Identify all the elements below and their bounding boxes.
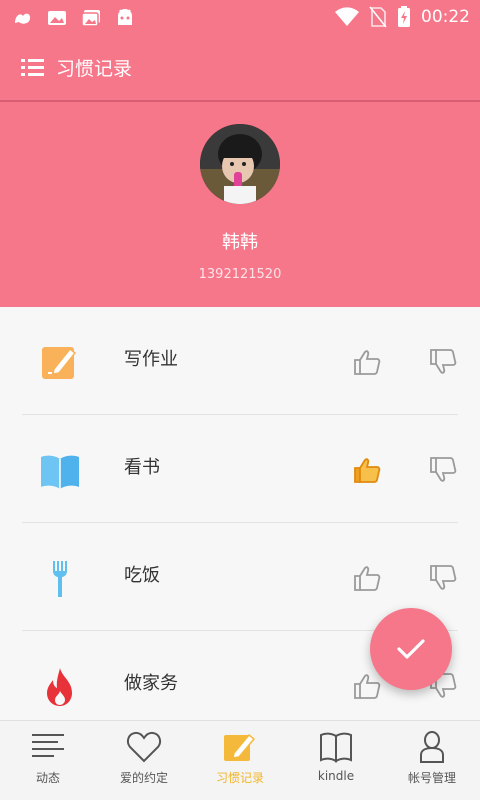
nav-label: kindle: [317, 769, 355, 783]
nav-item-feed[interactable]: 动态: [0, 721, 96, 800]
profile-phone: 1392121520: [198, 267, 282, 282]
list-item: 写作业: [0, 307, 480, 415]
bottom-nav: 动态 爱的约定 习惯记录 kindle 帐号管理: [0, 720, 480, 800]
habit-label: 做家务: [124, 673, 178, 694]
nav-item-promise[interactable]: 爱的约定: [96, 721, 192, 800]
list-menu-icon[interactable]: [20, 56, 46, 80]
android-notification-icon: [118, 9, 132, 25]
pencil-note-icon: [224, 733, 256, 761]
thumbs-up-icon[interactable]: [352, 671, 382, 701]
person-icon: [420, 731, 444, 763]
fire-icon: [47, 668, 72, 706]
nav-label: 帐号管理: [407, 771, 456, 785]
page-title: 习惯记录: [56, 58, 133, 80]
fork-icon: [53, 561, 67, 597]
thumbs-down-icon[interactable]: [428, 563, 458, 593]
open-book-icon: [41, 455, 79, 489]
book-icon: [320, 732, 352, 763]
status-time: 00:22: [421, 7, 470, 27]
habit-label: 看书: [124, 457, 160, 478]
lines-icon: [32, 734, 64, 757]
nav-item-kindle[interactable]: kindle: [288, 721, 384, 800]
nav-item-habits[interactable]: 习惯记录: [192, 721, 288, 800]
thumbs-up-icon-active[interactable]: [352, 455, 382, 485]
heart-icon: [126, 731, 162, 763]
image-notification-icon: [48, 11, 66, 25]
habit-label: 写作业: [124, 349, 178, 370]
no-sim-icon: [369, 6, 387, 28]
checkmark-icon: [397, 639, 425, 659]
nav-label: 习惯记录: [215, 771, 264, 785]
app-bar: 习惯记录: [0, 36, 480, 102]
habit-label: 吃饭: [124, 565, 160, 586]
pencil-note-icon: [42, 347, 77, 379]
thumbs-up-icon[interactable]: [352, 347, 382, 377]
status-bar: 00:22: [0, 0, 480, 36]
nav-item-account[interactable]: 帐号管理: [384, 721, 480, 800]
confirm-fab-button[interactable]: [370, 608, 452, 690]
avatar-photo: [200, 124, 280, 204]
app-notification-icon: [15, 13, 31, 24]
list-item: 看书: [0, 415, 480, 523]
thumbs-up-icon[interactable]: [352, 563, 382, 593]
nav-label: 动态: [35, 771, 60, 785]
avatar[interactable]: [200, 124, 280, 204]
thumbs-down-icon[interactable]: [428, 347, 458, 377]
gallery-notification-icon: [81, 10, 100, 27]
thumbs-down-icon[interactable]: [428, 455, 458, 485]
nav-label: 爱的约定: [119, 771, 168, 785]
wifi-icon: [335, 7, 359, 27]
battery-charging-icon: [398, 6, 410, 27]
profile-name: 韩韩: [222, 232, 258, 253]
profile-header: 韩韩 1392121520: [0, 102, 480, 307]
